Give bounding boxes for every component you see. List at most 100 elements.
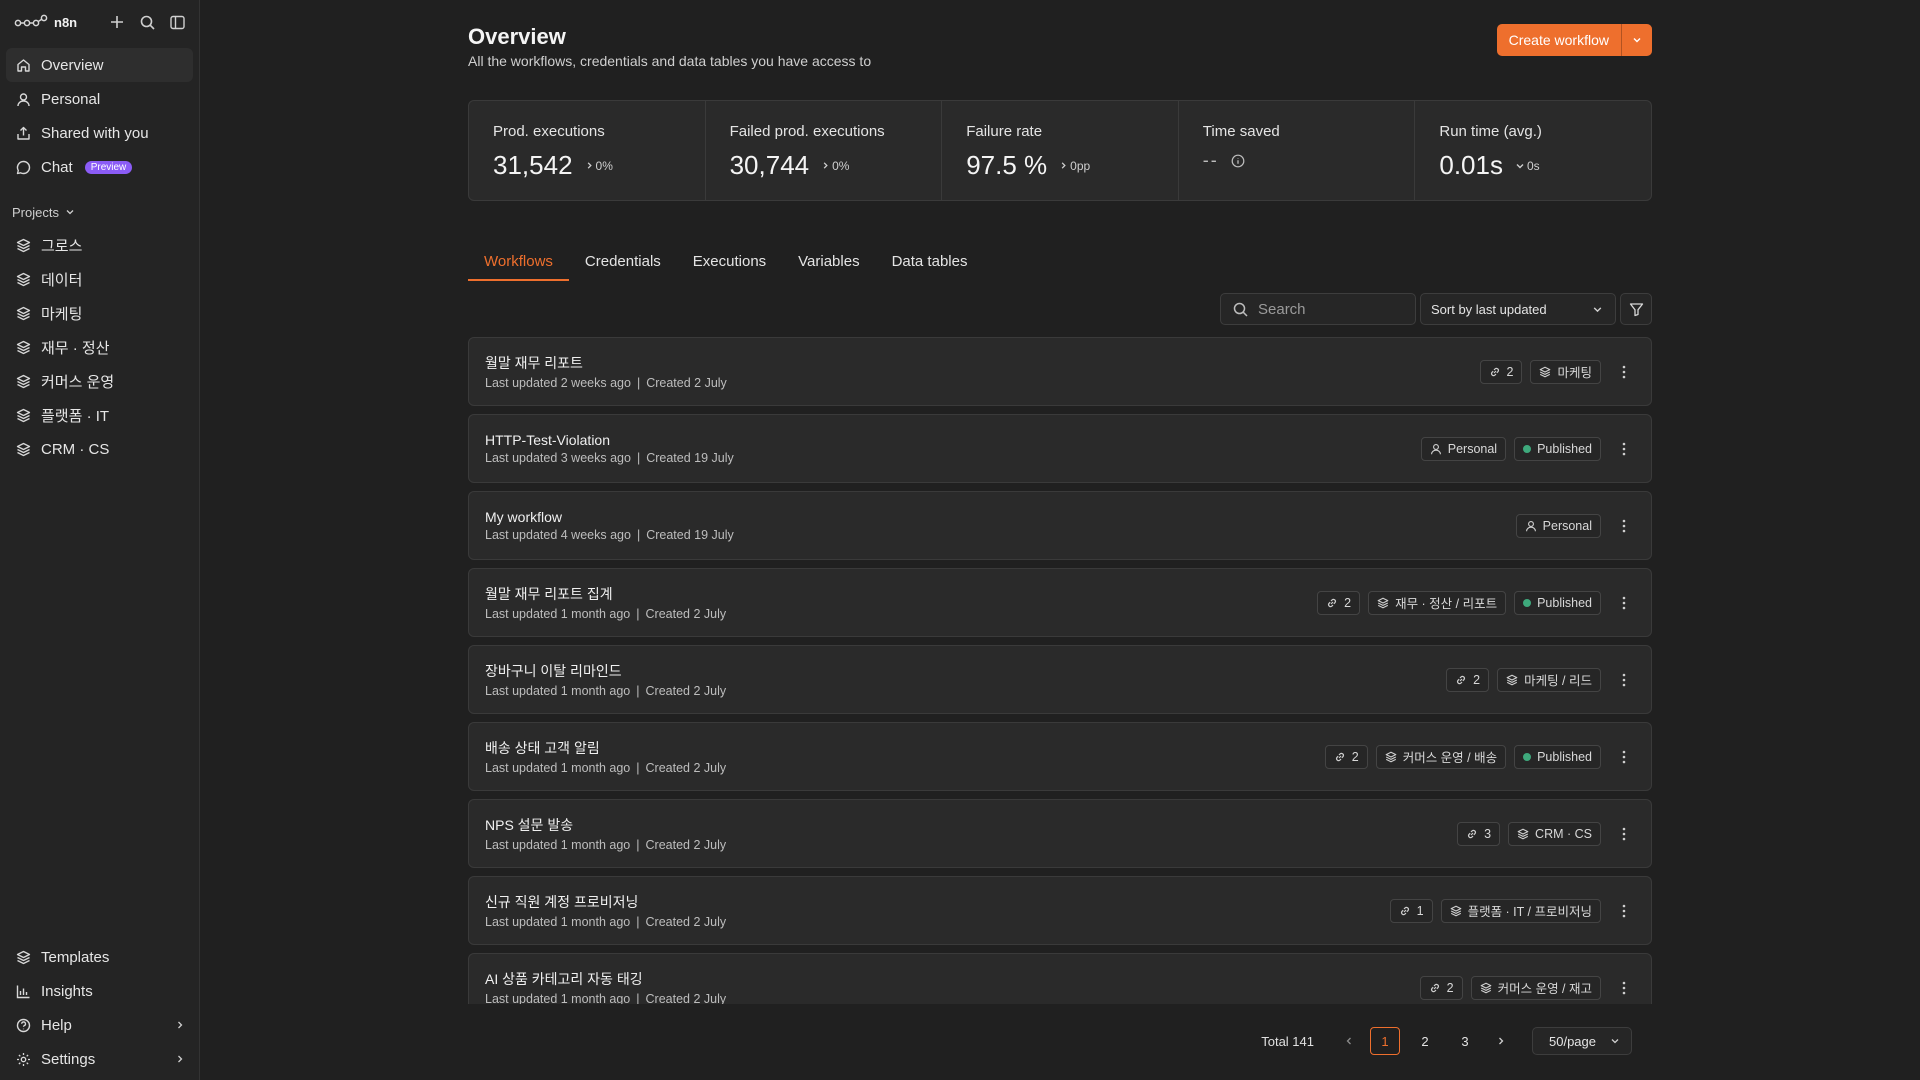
tab-executions[interactable]: Executions bbox=[677, 253, 782, 281]
sort-select[interactable]: Sort by last updated bbox=[1420, 293, 1616, 325]
shared-links-badge[interactable]: 2 bbox=[1324, 744, 1368, 769]
workflow-name[interactable]: HTTP-Test-Violation bbox=[485, 432, 1421, 448]
workflow-card[interactable]: 신규 직원 계정 프로비저닝 Last updated 1 month ago | C… bbox=[468, 876, 1652, 945]
workflow-created: Created 2 July bbox=[645, 607, 727, 621]
sidebar-item-chat[interactable]: Chat Preview bbox=[6, 150, 193, 184]
workflow-card[interactable]: HTTP-Test-Violation Last updated 3 weeks … bbox=[468, 414, 1652, 483]
workflow-created: Created 19 July bbox=[646, 528, 734, 542]
sidebar-item-settings[interactable]: Settings bbox=[6, 1042, 194, 1076]
more-actions-icon[interactable] bbox=[1613, 750, 1635, 764]
sidebar-item-personal[interactable]: Personal bbox=[6, 82, 193, 116]
project-badge[interactable]: 재무 · 정산 / 리포트 bbox=[1368, 590, 1507, 615]
sidebar-item-label: 플랫폼 · IT bbox=[41, 407, 110, 425]
workflow-name[interactable]: 장바구니 이탈 리마인드 bbox=[485, 661, 1446, 681]
tab-variables[interactable]: Variables bbox=[782, 253, 875, 281]
search-input[interactable] bbox=[1258, 300, 1398, 318]
sidebar-item-insights[interactable]: Insights bbox=[6, 974, 194, 1008]
workflow-card[interactable]: 배송 상태 고객 알림 Last updated 1 month ago | Crea… bbox=[468, 722, 1652, 791]
sidebar-item-label: Chat bbox=[41, 158, 73, 176]
project-badge[interactable]: CRM · CS bbox=[1508, 821, 1601, 846]
chevron-right-icon bbox=[175, 1054, 185, 1064]
create-workflow-dropdown-button[interactable] bbox=[1622, 24, 1652, 56]
plus-icon[interactable] bbox=[109, 14, 125, 30]
stat-prod-executions[interactable]: Prod. executions 31,542 0% bbox=[469, 101, 706, 200]
tab-workflows[interactable]: Workflows bbox=[468, 253, 569, 281]
workflow-card[interactable]: My workflow Last updated 4 weeks ago | Crea… bbox=[468, 491, 1652, 560]
chevron-down-icon bbox=[1515, 161, 1525, 171]
filter-button[interactable] bbox=[1620, 293, 1652, 325]
link-icon bbox=[1334, 751, 1346, 763]
create-workflow-button[interactable]: Create workflow bbox=[1497, 24, 1622, 56]
sidebar-item-project-crm[interactable]: CRM · CS bbox=[6, 432, 193, 466]
shared-links-badge[interactable]: 3 bbox=[1457, 821, 1501, 846]
workflow-card[interactable]: 장바구니 이탈 리마인드 Last updated 1 month ago | Cre… bbox=[468, 645, 1652, 714]
workflow-updated: Last updated 1 month ago bbox=[485, 684, 631, 698]
more-actions-icon[interactable] bbox=[1613, 365, 1635, 379]
workflow-name[interactable]: My workflow bbox=[485, 509, 1516, 525]
shared-links-badge[interactable]: 2 bbox=[1446, 667, 1490, 692]
project-badge[interactable]: 커머스 운영 / 배송 bbox=[1375, 744, 1507, 769]
search-icon[interactable] bbox=[139, 14, 155, 30]
more-actions-icon[interactable] bbox=[1613, 827, 1635, 841]
sidebar-item-project-growth[interactable]: 그로스 bbox=[6, 228, 193, 262]
sidebar-item-templates[interactable]: Templates bbox=[6, 940, 194, 974]
chevron-right-icon bbox=[821, 161, 830, 170]
next-page-button[interactable] bbox=[1490, 1027, 1512, 1055]
workflow-name[interactable]: 월말 재무 리포트 집계 bbox=[485, 584, 1317, 604]
sidebar-item-project-data[interactable]: 데이터 bbox=[6, 262, 193, 296]
stat-run-time[interactable]: Run time (avg.) 0.01s 0s bbox=[1415, 101, 1651, 200]
help-icon bbox=[15, 1017, 31, 1033]
project-badge[interactable]: 마케팅 bbox=[1530, 359, 1601, 384]
sidebar-item-project-finance[interactable]: 재무 · 정산 bbox=[6, 330, 193, 364]
project-badge[interactable]: 마케팅 / 리드 bbox=[1497, 667, 1601, 692]
page-button-2[interactable]: 2 bbox=[1410, 1027, 1440, 1055]
list-toolbar: Sort by last updated bbox=[1220, 293, 1652, 325]
link-count: 2 bbox=[1351, 749, 1359, 764]
sidebar-item-shared[interactable]: Shared with you bbox=[6, 116, 193, 150]
more-actions-icon[interactable] bbox=[1613, 673, 1635, 687]
workflow-card[interactable]: 월말 재무 리포트 Last updated 2 weeks ago | Create… bbox=[468, 337, 1652, 406]
projects-section-header[interactable]: Projects bbox=[0, 202, 199, 222]
personal-badge[interactable]: Personal bbox=[1515, 513, 1601, 538]
search-field[interactable] bbox=[1220, 293, 1416, 325]
project-badge[interactable]: 커머스 운영 / 재고 bbox=[1470, 975, 1601, 1000]
more-actions-icon[interactable] bbox=[1613, 442, 1635, 456]
shared-links-badge[interactable]: 2 bbox=[1317, 590, 1361, 615]
tab-credentials[interactable]: Credentials bbox=[569, 253, 677, 281]
sidebar-item-project-marketing[interactable]: 마케팅 bbox=[6, 296, 193, 330]
prev-page-button[interactable] bbox=[1338, 1027, 1360, 1055]
sidebar-item-project-platform[interactable]: 플랫폼 · IT bbox=[6, 398, 193, 432]
workflow-name[interactable]: AI 상품 카테고리 자동 태깅 bbox=[485, 969, 1420, 989]
workflow-name[interactable]: NPS 설문 발송 bbox=[485, 815, 1457, 835]
sidebar-item-help[interactable]: Help bbox=[6, 1008, 194, 1042]
more-actions-icon[interactable] bbox=[1613, 981, 1635, 995]
more-actions-icon[interactable] bbox=[1613, 519, 1635, 533]
page-button-3[interactable]: 3 bbox=[1450, 1027, 1480, 1055]
workflow-name[interactable]: 신규 직원 계정 프로비저닝 bbox=[485, 892, 1390, 912]
sidebar-item-overview[interactable]: Overview bbox=[6, 48, 193, 82]
sidebar-item-project-commerce[interactable]: 커머스 운영 bbox=[6, 364, 193, 398]
shared-links-badge[interactable]: 1 bbox=[1389, 898, 1433, 923]
more-actions-icon[interactable] bbox=[1613, 904, 1635, 918]
logo[interactable]: n8n bbox=[14, 14, 77, 30]
page-size-select[interactable]: 50/page bbox=[1532, 1027, 1632, 1055]
workflow-name[interactable]: 배송 상태 고객 알림 bbox=[485, 738, 1325, 758]
stat-failed-executions[interactable]: Failed prod. executions 30,744 0% bbox=[706, 101, 943, 200]
workflow-card[interactable]: AI 상품 카테고리 자동 태깅 Last updated 1 month ago… bbox=[468, 953, 1652, 1004]
page-button-1[interactable]: 1 bbox=[1370, 1027, 1400, 1055]
shared-links-badge[interactable]: 2 bbox=[1479, 359, 1523, 384]
shared-links-badge[interactable]: 2 bbox=[1419, 975, 1463, 1000]
info-icon[interactable] bbox=[1231, 154, 1245, 168]
sidebar-toggle-icon[interactable] bbox=[169, 14, 185, 30]
tab-data-tables[interactable]: Data tables bbox=[876, 253, 984, 281]
workflow-name[interactable]: 월말 재무 리포트 bbox=[485, 353, 1480, 373]
project-badge[interactable]: 플랫폼 · IT / 프로비저닝 bbox=[1440, 898, 1601, 923]
more-actions-icon[interactable] bbox=[1613, 596, 1635, 610]
layers-icon bbox=[15, 271, 31, 287]
stat-time-saved[interactable]: Time saved -- bbox=[1179, 101, 1416, 200]
stat-delta: 0% bbox=[585, 159, 613, 173]
workflow-card[interactable]: NPS 설문 발송 Last updated 1 month ago | Create… bbox=[468, 799, 1652, 868]
stat-failure-rate[interactable]: Failure rate 97.5 % 0pp bbox=[942, 101, 1179, 200]
personal-badge[interactable]: Personal bbox=[1420, 436, 1507, 461]
workflow-card[interactable]: 월말 재무 리포트 집계 Last updated 1 month ago | Cre… bbox=[468, 568, 1652, 637]
